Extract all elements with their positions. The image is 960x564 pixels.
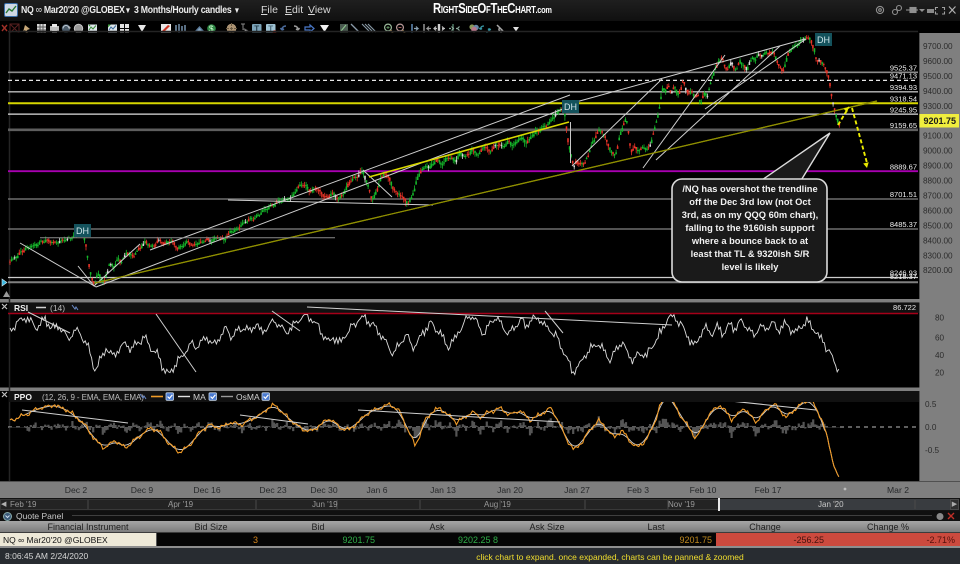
- svg-text:3rd, as on my QQQ 60m chart),: 3rd, as on my QQQ 60m chart),: [682, 210, 818, 220]
- svg-text:20: 20: [935, 369, 945, 378]
- svg-text:Feb 17: Feb 17: [755, 485, 782, 495]
- svg-text:0.5: 0.5: [925, 400, 937, 409]
- svg-text:Jan 27: Jan 27: [564, 485, 590, 495]
- svg-text:9000.00: 9000.00: [923, 147, 953, 156]
- svg-text:Dec 2: Dec 2: [65, 485, 88, 495]
- svg-text:Dec 9: Dec 9: [131, 485, 154, 495]
- svg-text:9245.95: 9245.95: [890, 105, 917, 114]
- svg-text:9400.00: 9400.00: [923, 87, 953, 96]
- svg-text:Feb 10: Feb 10: [690, 485, 717, 495]
- svg-text:9700.00: 9700.00: [923, 42, 953, 51]
- svg-text:9300.00: 9300.00: [923, 102, 953, 111]
- svg-text:8700.00: 8700.00: [923, 192, 953, 201]
- svg-text:RSI: RSI: [14, 303, 28, 313]
- svg-text:9159.65: 9159.65: [890, 121, 917, 130]
- svg-text:8600.00: 8600.00: [923, 206, 953, 215]
- svg-text:9201.75: 9201.75: [923, 116, 956, 126]
- svg-text:9471.13: 9471.13: [890, 72, 917, 81]
- svg-text:60: 60: [935, 334, 945, 343]
- svg-text:9600.00: 9600.00: [923, 57, 953, 66]
- svg-text:9318.54: 9318.54: [890, 94, 917, 103]
- svg-text:off the Dec 3rd low (not Oct: off the Dec 3rd low (not Oct: [689, 197, 810, 207]
- svg-text:8701.51: 8701.51: [890, 190, 917, 199]
- svg-text:-0.5: -0.5: [925, 446, 940, 455]
- svg-text:MA: MA: [193, 392, 206, 402]
- svg-text:DH: DH: [564, 102, 577, 112]
- svg-text:/NQ has overshot the trendline: /NQ has overshot the trendline: [682, 184, 817, 194]
- svg-text:least that TL & 9320ish S/R: least that TL & 9320ish S/R: [691, 249, 810, 259]
- svg-text:falling to the 9160ish support: falling to the 9160ish support: [685, 223, 814, 233]
- svg-text:Dec 23: Dec 23: [259, 485, 286, 495]
- svg-text:8400.00: 8400.00: [923, 236, 953, 245]
- svg-text:8889.67: 8889.67: [890, 162, 917, 171]
- svg-text:DH: DH: [76, 226, 89, 236]
- svg-text:8485.37: 8485.37: [890, 220, 917, 229]
- svg-text:(14): (14): [50, 303, 65, 313]
- svg-text:8900.00: 8900.00: [923, 162, 953, 171]
- svg-text:8300.00: 8300.00: [923, 251, 953, 260]
- svg-text:9500.00: 9500.00: [923, 72, 953, 81]
- svg-text:9394.93: 9394.93: [890, 83, 917, 92]
- svg-text:8200.00: 8200.00: [923, 266, 953, 275]
- svg-text:Mar 2: Mar 2: [887, 485, 909, 495]
- svg-text:0.0: 0.0: [925, 423, 937, 432]
- svg-text:80: 80: [935, 314, 945, 323]
- svg-text:8500.00: 8500.00: [923, 221, 953, 230]
- svg-text:Dec 16: Dec 16: [193, 485, 220, 495]
- svg-text:86.722: 86.722: [893, 303, 916, 312]
- svg-text:OsMA: OsMA: [236, 392, 260, 402]
- svg-text:Jan 6: Jan 6: [366, 485, 387, 495]
- svg-text:PPO: PPO: [14, 392, 32, 402]
- svg-text:Feb 3: Feb 3: [627, 485, 649, 495]
- svg-text:level is likely: level is likely: [722, 262, 780, 272]
- svg-text:40: 40: [935, 351, 945, 360]
- svg-text:Dec 30: Dec 30: [310, 485, 337, 495]
- svg-text:Jan 13: Jan 13: [430, 485, 456, 495]
- svg-text:Jan 20: Jan 20: [497, 485, 523, 495]
- svg-text:8218.37: 8218.37: [890, 272, 917, 281]
- svg-text:9100.00: 9100.00: [923, 132, 953, 141]
- svg-text:(12, 26, 9 - EMA, EMA, EMA): (12, 26, 9 - EMA, EMA, EMA): [42, 393, 144, 402]
- svg-text:where a bounce back to at: where a bounce back to at: [691, 236, 808, 246]
- svg-text:8800.00: 8800.00: [923, 177, 953, 186]
- svg-text:DH: DH: [817, 35, 830, 45]
